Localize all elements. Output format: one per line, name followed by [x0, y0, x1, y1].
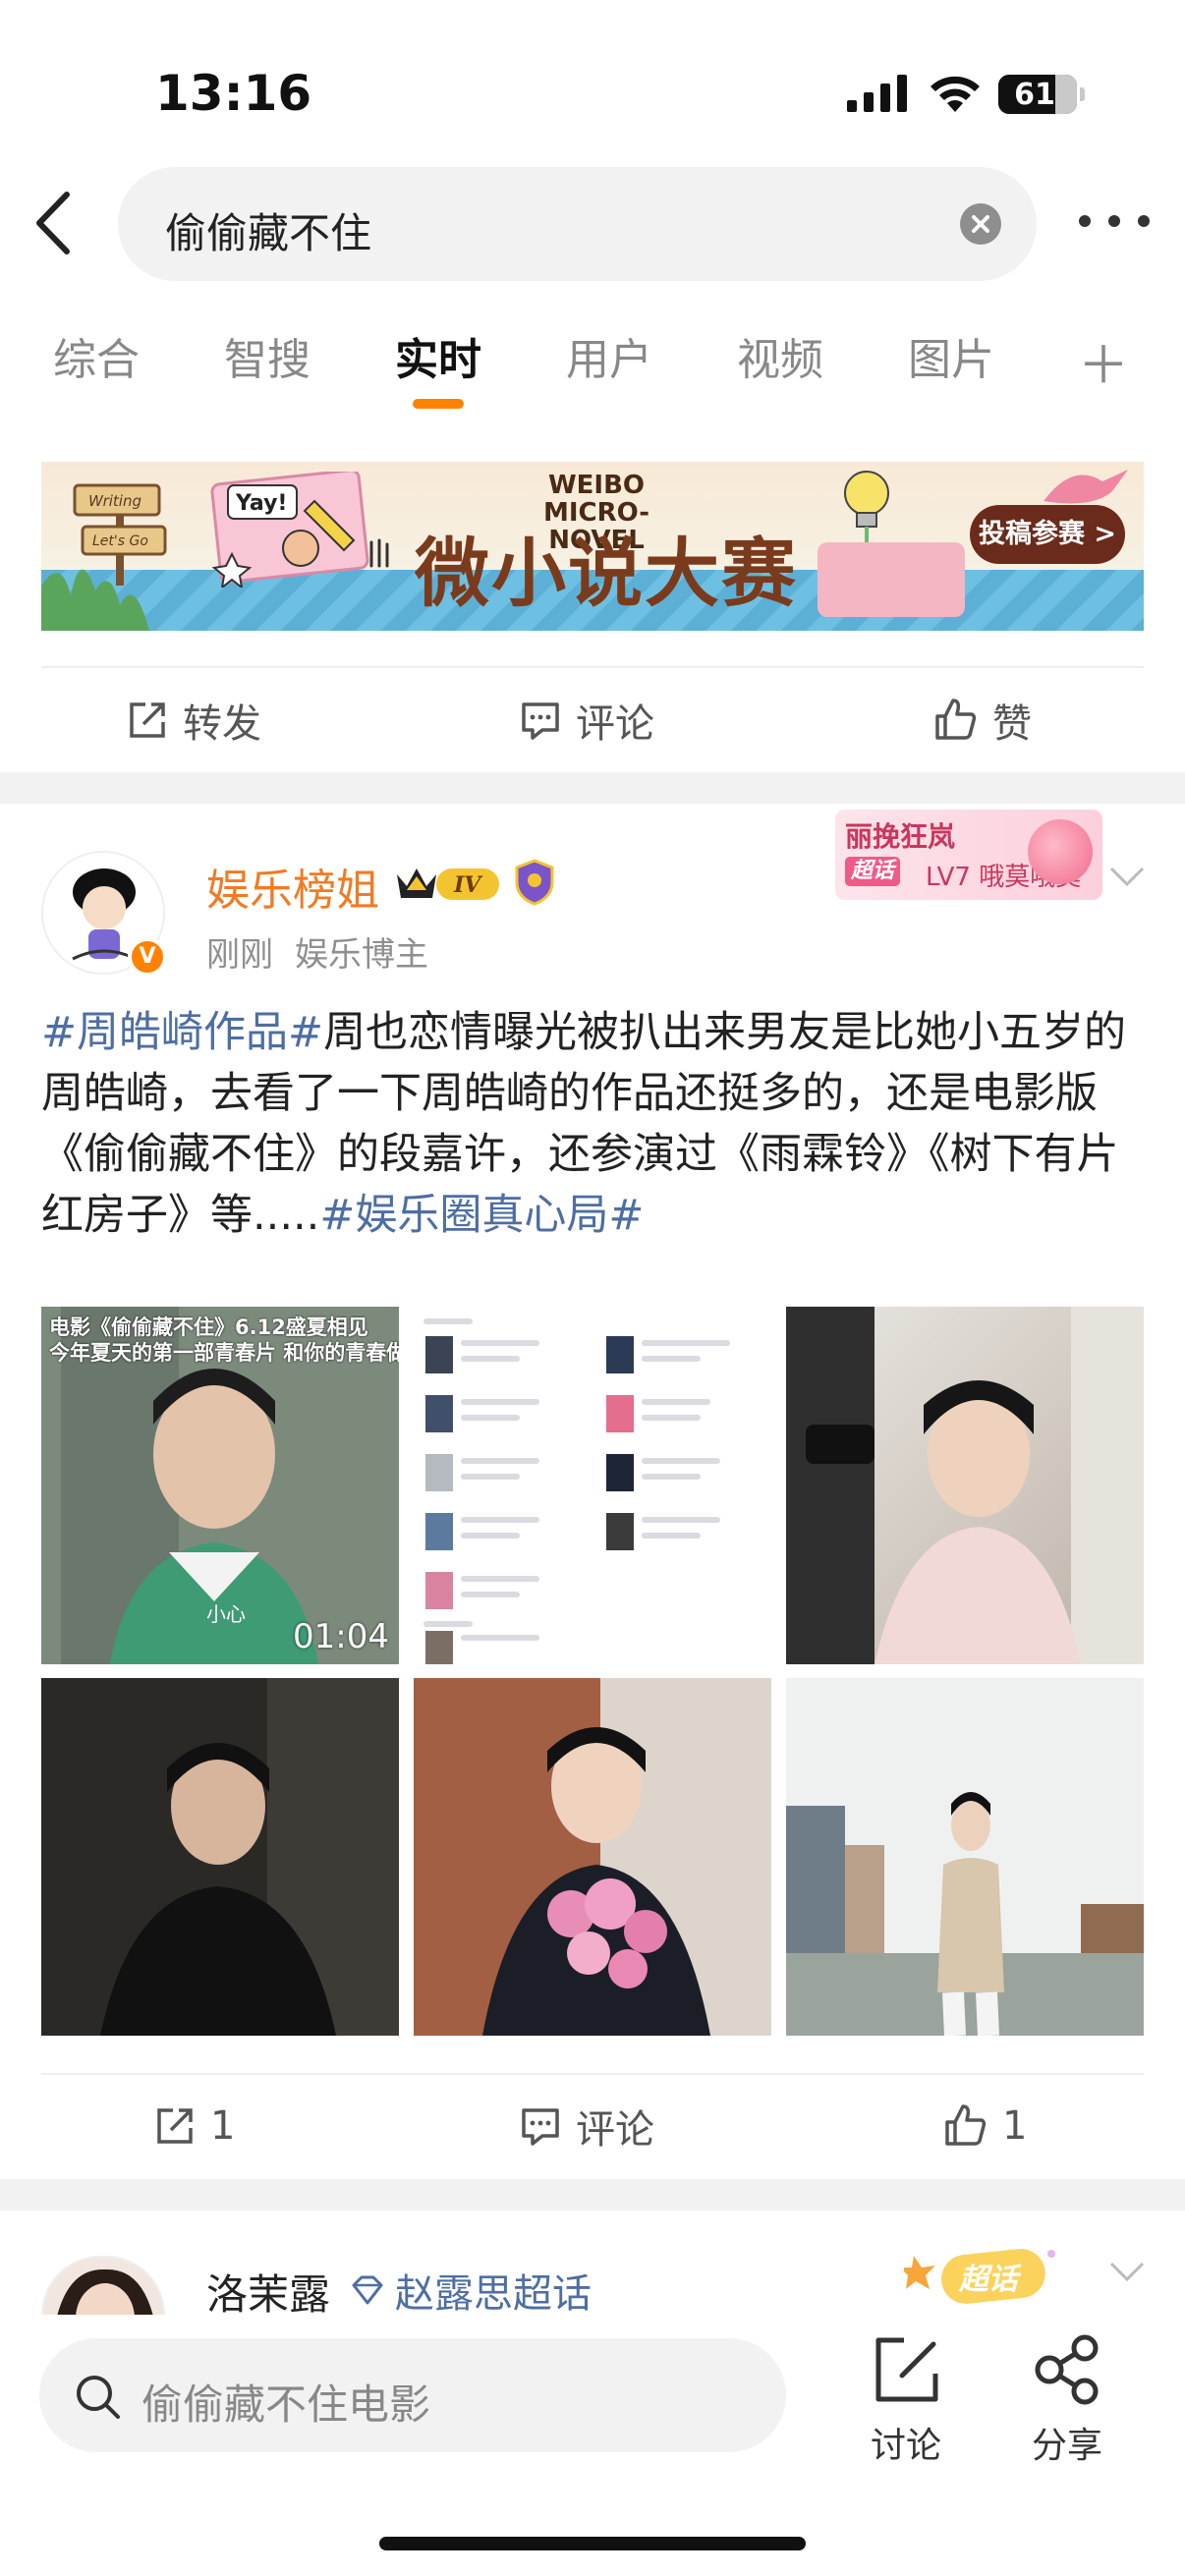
comment-label: 评论: [576, 2107, 654, 2153]
topic-link[interactable]: #娱乐圈真心局#: [319, 1191, 644, 1240]
image-grid: 电影《偷偷藏不住》6.12盛夏相见今年夏天的第一部青春片 和你的青春做一次纪念 …: [41, 1307, 1144, 2036]
section-separator: [0, 2179, 1185, 2211]
share-button[interactable]: 分享: [1008, 2334, 1126, 2468]
search-input[interactable]: 偷偷藏不住: [118, 167, 1037, 281]
member-crown-icon: IV: [397, 868, 499, 900]
status-time: 13:16: [155, 65, 312, 122]
fan-card-name: 丽挽狂岚: [845, 820, 956, 853]
bottom-search-placeholder: 偷偷藏不住电影: [141, 2380, 431, 2429]
repost-button[interactable]: 1: [153, 2075, 235, 2177]
thumbs-up-icon: [945, 2104, 987, 2146]
comment-label: 评论: [576, 701, 654, 747]
clear-search-icon[interactable]: [960, 203, 1001, 245]
topic-link[interactable]: #周皓崎作品#: [41, 1008, 323, 1057]
comment-icon: [522, 2108, 559, 2146]
home-indicator[interactable]: [379, 2537, 806, 2550]
battery-level: 61: [1014, 78, 1055, 112]
diamond-icon: [352, 2275, 383, 2305]
tab-videos[interactable]: 视频: [737, 324, 823, 387]
rose-decoration-icon: [1028, 819, 1093, 884]
svg-text:Writing: Writing: [88, 492, 141, 510]
bottom-search-input[interactable]: 偷偷藏不住电影: [39, 2338, 786, 2452]
active-tab-indicator: [413, 399, 464, 409]
post-action-bar: 1 评论 1: [0, 2075, 1185, 2177]
search-icon: [77, 2376, 120, 2419]
repost-count: 1: [210, 2103, 236, 2149]
post2-username[interactable]: 洛茉露: [206, 2262, 330, 2322]
video-thumbnail[interactable]: 电影《偷偷藏不住》6.12盛夏相见今年夏天的第一部青春片 和你的青春做一次纪念 …: [41, 1307, 399, 1664]
photo-actor-with-flowers[interactable]: [414, 1678, 771, 2036]
tab-comprehensive[interactable]: 综合: [53, 324, 140, 387]
video-duration: 01:04: [293, 1617, 389, 1656]
supertopic-badge-icon: 超话: [904, 2248, 1055, 2304]
like-count: 1: [1002, 2103, 1028, 2149]
repost-label: 转发: [183, 701, 261, 747]
compose-icon: [875, 2337, 938, 2402]
divider: [41, 666, 1144, 668]
comment-icon: [522, 702, 559, 740]
wifi-icon: [931, 76, 980, 112]
photo-actor-dark[interactable]: [41, 1678, 399, 2036]
micro-novel-contest-banner[interactable]: Writing Let's Go Yay! WEIBO MICRO-NOVEL …: [41, 462, 1144, 631]
avatar[interactable]: [41, 2256, 165, 2315]
post-meta: 刚刚 娱乐博主: [206, 927, 428, 976]
fan-shield-icon: [515, 859, 554, 906]
share-icon: [1035, 2334, 1099, 2405]
back-arrow-icon[interactable]: [29, 189, 79, 257]
svg-text:Yay!: Yay!: [235, 491, 287, 516]
chevron-down-icon[interactable]: [1108, 865, 1146, 888]
repost-icon: [157, 2108, 193, 2144]
status-bar: 13:16 61: [0, 0, 1185, 157]
battery-icon: 61: [998, 75, 1085, 114]
lightbulb-illustration: [844, 471, 889, 554]
tab-smart-search[interactable]: 智搜: [224, 324, 310, 387]
photo-actor-outdoors[interactable]: [786, 1678, 1144, 2036]
tab-users[interactable]: 用户: [566, 324, 652, 387]
signpost-illustration: Writing Let's Go: [73, 483, 167, 586]
repost-button[interactable]: 转发: [126, 669, 261, 771]
svg-text:Let's Go: Let's Go: [92, 533, 148, 549]
fan-card-tag: 超话: [845, 857, 901, 886]
thumbs-up-icon: [935, 699, 977, 740]
post2-supertopic[interactable]: 赵露思超话: [350, 2262, 592, 2319]
comment-button[interactable]: 评论: [519, 2075, 654, 2177]
photo-actor-on-set[interactable]: [786, 1307, 1144, 1664]
add-tab-icon[interactable]: ＋: [1078, 324, 1129, 398]
post-text: #周皓崎作品#周也恋情曝光被扒出来男友是比她小五岁的周皓崎，去看了一下周皓崎的作…: [41, 1002, 1144, 1246]
section-separator: [0, 772, 1185, 804]
post-username[interactable]: 娱乐榜姐: [206, 855, 379, 918]
comment-button[interactable]: 评论: [519, 669, 654, 771]
like-button[interactable]: 1: [941, 2075, 1027, 2177]
banner-action-bar: 转发 评论 赞: [0, 669, 1185, 771]
video-subtitle: 小心: [206, 1602, 246, 1626]
discuss-label: 讨论: [870, 2426, 941, 2466]
bird-illustration: [1044, 470, 1128, 504]
submit-entry-button[interactable]: 投稿参赛 >: [970, 505, 1125, 564]
search-tabs: 综合 智搜 实时 用户 视频 图片: [0, 324, 1185, 422]
yay-sticker-illustration: Yay!: [210, 472, 389, 588]
like-button[interactable]: 赞: [931, 669, 1032, 771]
more-options-icon[interactable]: [1075, 201, 1154, 241]
repost-icon: [130, 702, 165, 738]
fan-card[interactable]: 丽挽狂岚 超话 LV7 哦莫哦莫: [835, 810, 1102, 900]
cellular-signal-icon: [847, 75, 907, 112]
discuss-button[interactable]: 讨论: [847, 2334, 965, 2468]
like-label: 赞: [992, 701, 1032, 747]
search-query: 偷偷藏不住: [165, 209, 372, 257]
post2-topic-label: 赵露思超话: [395, 2271, 592, 2317]
tab-images[interactable]: 图片: [908, 324, 994, 387]
svg-text:IV: IV: [453, 872, 482, 898]
verified-badge-icon: V: [128, 937, 167, 977]
video-caption-top: 电影《偷偷藏不住》6.12盛夏相见今年夏天的第一部青春片 和你的青春做一次纪念: [49, 1316, 399, 1365]
banner-title: 微小说大赛: [415, 530, 798, 617]
filmography-list-image[interactable]: [414, 1307, 771, 1664]
tab-realtime[interactable]: 实时: [395, 324, 481, 387]
typewriter-illustration: [818, 542, 965, 617]
svg-text:超话: 超话: [958, 2263, 1022, 2297]
post-source: 娱乐博主: [295, 935, 428, 975]
post-time: 刚刚: [206, 935, 273, 975]
share-label: 分享: [1031, 2426, 1102, 2466]
chevron-down-icon[interactable]: [1108, 2260, 1146, 2283]
